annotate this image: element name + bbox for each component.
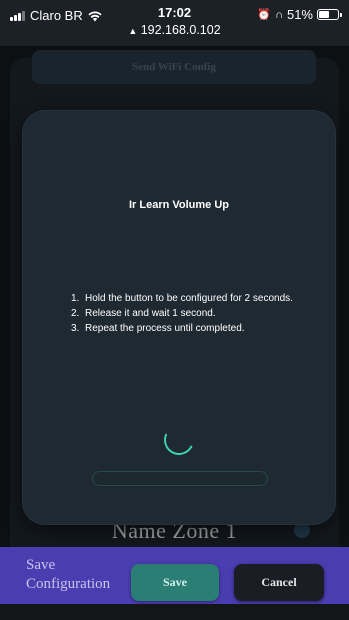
footer-label-line2: Configuration [26,576,111,592]
bottom-strip [0,604,349,620]
footer-label: Save Configuration [26,556,110,594]
save-button[interactable]: Save [131,564,219,601]
instructions-list: 1. Hold the button to be configured for … [71,291,331,336]
headphones-icon: ∩ [275,8,283,21]
battery-icon [317,9,342,20]
status-right: ⏰ ∩ 51% [257,7,342,22]
ir-learn-modal: Ir Learn Volume Up 1. Hold the button to… [23,111,335,524]
lock-icon: ▲ [128,26,138,36]
cancel-button[interactable]: Cancel [234,564,324,601]
instruction-step: 3. Repeat the process until completed. [71,323,245,334]
progress-bar [92,471,268,486]
loading-spinner-icon [159,420,199,460]
battery-percent: 51% [286,7,313,22]
alarm-icon: ⏰ [257,9,272,21]
instruction-step: 2. Release it and wait 1 second. [71,308,216,319]
footer-label-line1: Save [26,557,56,573]
status-bar: Claro BR 17:02 ▲ 192.168.0.102 ⏰ ∩ 51% [0,0,349,46]
modal-title: Ir Learn Volume Up [128,199,230,211]
url-bar[interactable]: ▲ 192.168.0.102 [0,23,349,37]
url-text: 192.168.0.102 [140,23,221,37]
instruction-step: 1. Hold the button to be configured for … [71,293,293,304]
